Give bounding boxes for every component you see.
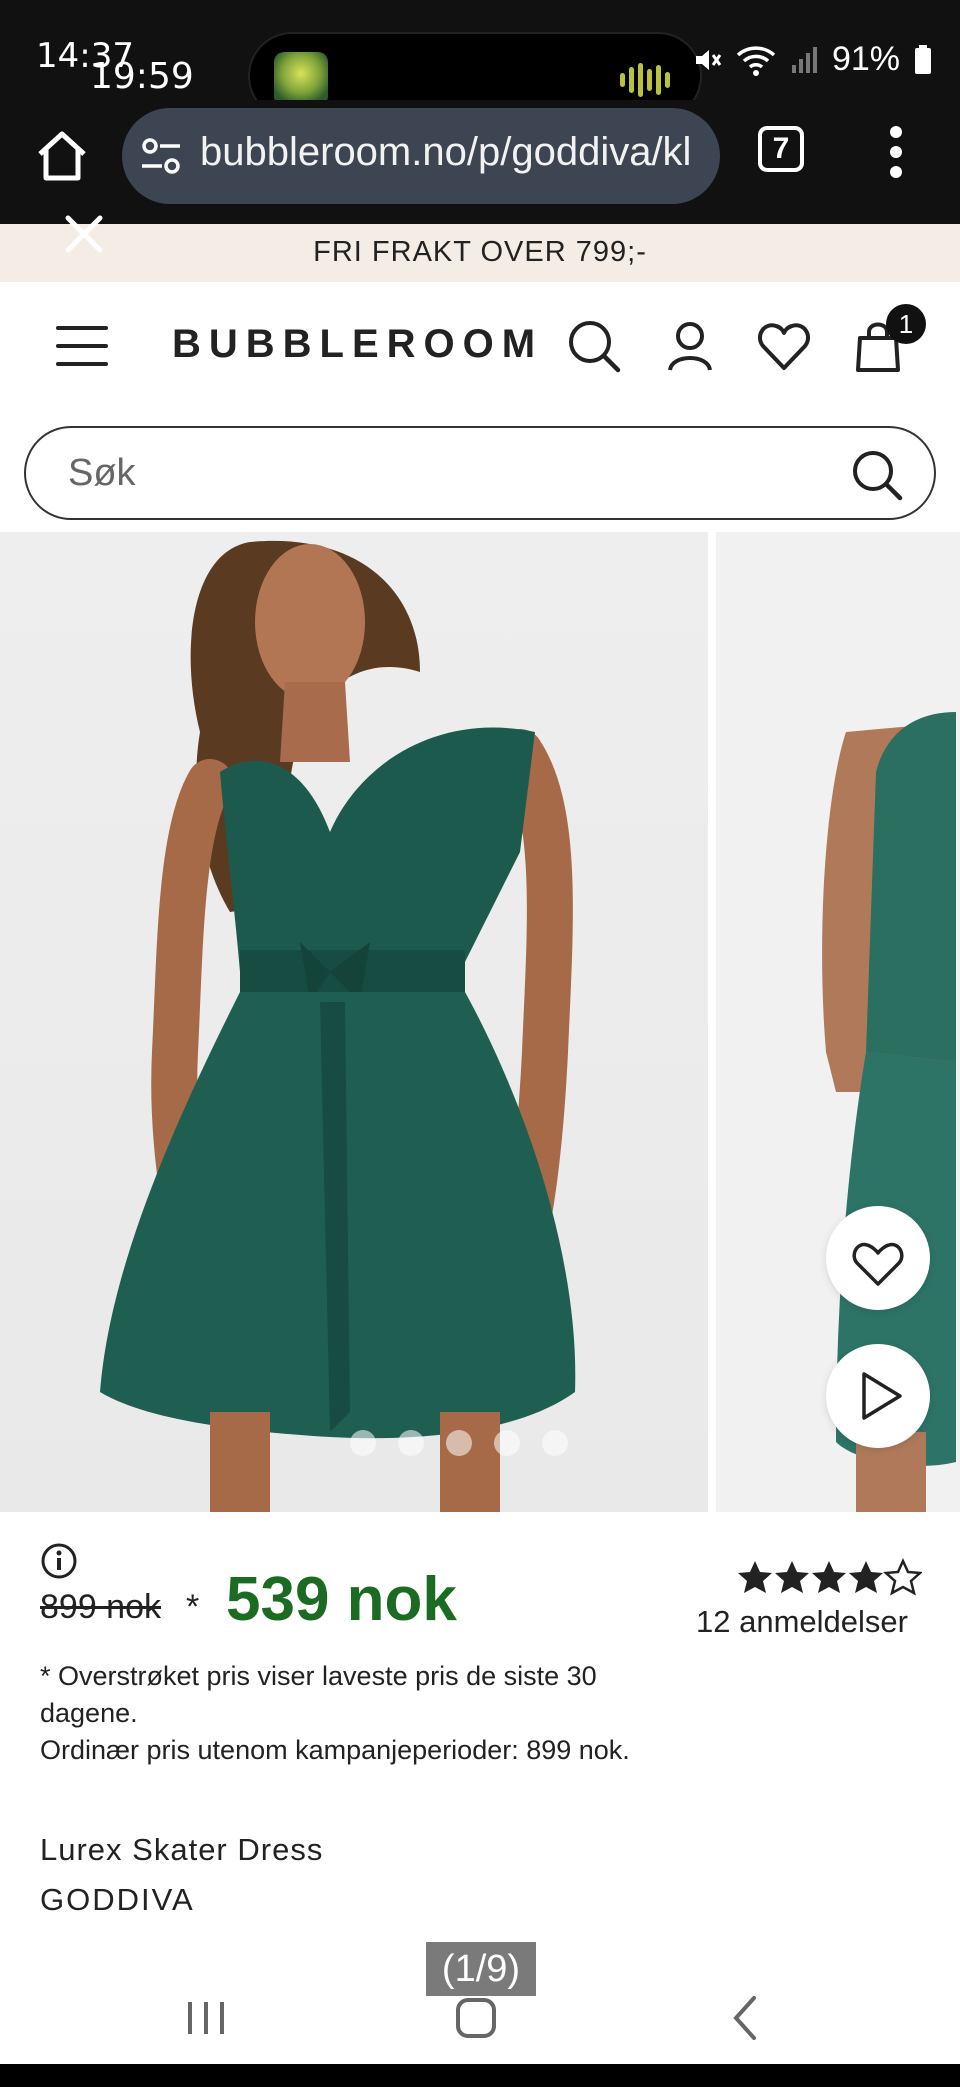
status-bar: 14:37 19:59 91% <box>0 0 960 120</box>
search-icon[interactable] <box>566 318 622 374</box>
search-input[interactable]: Søk <box>24 426 936 520</box>
tune-icon[interactable] <box>140 136 182 176</box>
battery-icon <box>915 44 931 74</box>
price-note-line-2: Ordinær pris utenom kampanjeperioder: 89… <box>40 1735 630 1765</box>
status-icons: 91% <box>692 40 932 79</box>
system-nav-bar: (1/9) <box>0 1942 960 2064</box>
wifi-icon <box>736 45 776 76</box>
pagination-dot[interactable] <box>446 1430 472 1456</box>
site-header: BUBBLEROOM <box>0 282 960 402</box>
model-photo <box>100 540 576 1512</box>
promo-text: FRI FRAKT OVER 799;- <box>313 236 647 268</box>
price-note-line-1: * Overstrøket pris viser laveste pris de… <box>40 1661 597 1728</box>
home-nav-icon[interactable] <box>446 1988 506 2048</box>
search-placeholder: Søk <box>68 452 136 494</box>
recent-apps-icon[interactable] <box>176 1988 236 2048</box>
account-icon[interactable] <box>662 318 718 374</box>
product-gallery[interactable] <box>0 532 960 1512</box>
pagination-dot[interactable] <box>494 1430 520 1456</box>
pagination-dot[interactable] <box>542 1430 568 1456</box>
cart-count-badge: 1 <box>886 304 926 344</box>
play-video-button[interactable] <box>826 1344 930 1448</box>
album-art-thumbnail <box>274 52 328 106</box>
heart-icon <box>852 1242 904 1286</box>
menu-icon[interactable] <box>56 326 108 366</box>
search-section: Søk <box>0 402 960 532</box>
browser-toolbar: bubbleroom.no/p/goddiva/kl 7 <box>0 100 960 224</box>
price-footnote-marker: * <box>186 1588 200 1626</box>
product-info: 899 nok * 539 nok 12 anmeldelser * Overs… <box>0 1512 960 1942</box>
brand-logo[interactable]: BUBBLEROOM <box>172 322 543 367</box>
screen-bottom-edge <box>0 2064 960 2087</box>
sale-price: 539 nok <box>226 1565 457 1634</box>
play-icon <box>862 1372 902 1420</box>
url-text: bubbleroom.no/p/goddiva/kl <box>200 130 692 174</box>
wishlist-icon[interactable] <box>756 318 812 374</box>
pagination-dot[interactable] <box>350 1430 376 1456</box>
product-name: Lurex Skater Dress <box>40 1832 324 1867</box>
more-icon[interactable] <box>886 124 906 180</box>
rating-stars[interactable] <box>736 1558 922 1598</box>
status-time-secondary: 19:59 <box>90 56 194 97</box>
product-brand[interactable]: GODDIVA <box>40 1882 195 1918</box>
product-image-1[interactable] <box>0 532 708 1512</box>
search-submit-icon[interactable] <box>850 448 904 502</box>
price-note: * Overstrøket pris viser laveste pris de… <box>40 1658 680 1769</box>
back-icon[interactable] <box>716 1988 776 2048</box>
mute-icon <box>695 49 722 70</box>
tabs-button[interactable]: 7 <box>758 126 804 172</box>
add-to-wishlist-button[interactable] <box>826 1206 930 1310</box>
signal-icon <box>791 46 817 73</box>
home-icon[interactable] <box>32 126 92 186</box>
audio-wave-icon <box>620 62 674 98</box>
review-count-link[interactable]: 12 anmeldelser <box>696 1604 908 1640</box>
promo-banner: FRI FRAKT OVER 799;- <box>0 224 960 282</box>
address-bar[interactable]: bubbleroom.no/p/goddiva/kl <box>122 108 720 204</box>
close-icon[interactable] <box>62 212 106 256</box>
gallery-pagination <box>350 1430 568 1456</box>
pagination-dot[interactable] <box>398 1430 424 1456</box>
battery-percent: 91% <box>831 40 900 78</box>
original-price: 899 nok <box>40 1588 161 1626</box>
info-icon[interactable] <box>40 1542 78 1580</box>
